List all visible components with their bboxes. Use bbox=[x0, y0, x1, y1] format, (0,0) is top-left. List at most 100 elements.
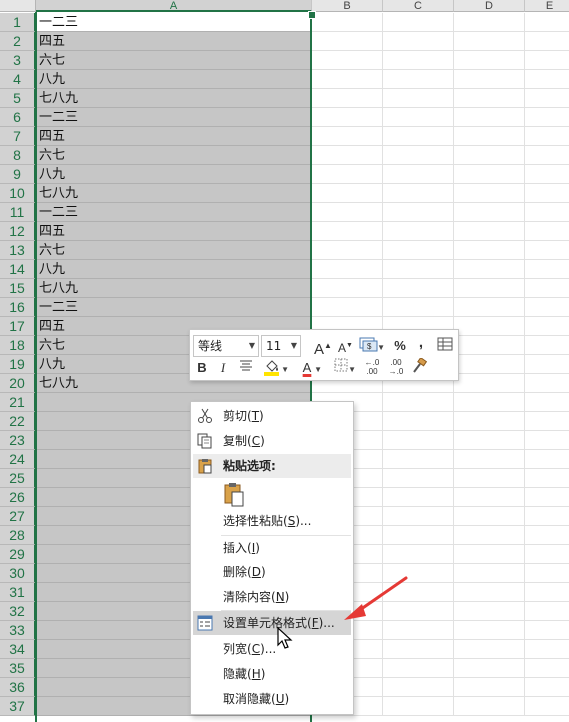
borders-button[interactable]: ▼ bbox=[330, 358, 356, 378]
cell[interactable] bbox=[454, 32, 525, 51]
cell[interactable] bbox=[525, 355, 569, 374]
align-center-button[interactable] bbox=[238, 358, 254, 378]
menu-item-insert[interactable]: 插入(I) bbox=[193, 536, 351, 560]
cell[interactable] bbox=[525, 507, 569, 526]
cell-a[interactable]: 四五 bbox=[36, 32, 311, 51]
menu-item-paste-special[interactable]: 选择性粘贴(S)... bbox=[193, 509, 351, 533]
cell[interactable] bbox=[454, 678, 525, 697]
row-header[interactable]: 10 bbox=[0, 184, 36, 203]
row-header[interactable]: 5 bbox=[0, 89, 36, 108]
cell[interactable] bbox=[454, 317, 525, 336]
cell[interactable] bbox=[454, 697, 525, 716]
cell-a[interactable]: 一二三 bbox=[36, 108, 311, 127]
cell[interactable] bbox=[525, 469, 569, 488]
cell[interactable] bbox=[525, 165, 569, 184]
cell[interactable] bbox=[383, 108, 454, 127]
cell[interactable] bbox=[525, 51, 569, 70]
cell[interactable] bbox=[312, 165, 383, 184]
cell[interactable] bbox=[525, 184, 569, 203]
menu-item-clear-contents[interactable]: 清除内容(N) bbox=[193, 585, 351, 609]
cell[interactable] bbox=[525, 279, 569, 298]
cell[interactable] bbox=[454, 336, 525, 355]
cell[interactable] bbox=[312, 70, 383, 89]
cell-a[interactable]: 六七 bbox=[36, 51, 311, 70]
increase-decimal-button[interactable]: ←.0.00 bbox=[362, 358, 382, 378]
cell[interactable] bbox=[454, 564, 525, 583]
cell[interactable] bbox=[454, 146, 525, 165]
row-header[interactable]: 24 bbox=[0, 450, 36, 469]
cell[interactable] bbox=[312, 184, 383, 203]
cell[interactable] bbox=[312, 222, 383, 241]
font-name-box[interactable]: 等线 ▼ bbox=[193, 335, 259, 357]
cell[interactable] bbox=[525, 412, 569, 431]
row-header[interactable]: 4 bbox=[0, 70, 36, 89]
cell[interactable] bbox=[383, 507, 454, 526]
cell-a[interactable]: 八九 bbox=[36, 260, 311, 279]
row-header[interactable]: 12 bbox=[0, 222, 36, 241]
cell[interactable] bbox=[525, 545, 569, 564]
row-header[interactable]: 37 bbox=[0, 697, 36, 716]
row-header[interactable]: 19 bbox=[0, 355, 36, 374]
font-color-button[interactable]: A ▼ bbox=[296, 358, 322, 378]
row-header[interactable]: 33 bbox=[0, 621, 36, 640]
fill-color-button[interactable]: ▼ bbox=[260, 358, 289, 378]
cell[interactable] bbox=[525, 488, 569, 507]
cell[interactable] bbox=[312, 203, 383, 222]
paste-option-default[interactable] bbox=[193, 480, 351, 510]
cell[interactable] bbox=[525, 659, 569, 678]
cell-a[interactable]: 八九 bbox=[36, 165, 311, 184]
cell[interactable] bbox=[525, 697, 569, 716]
cell[interactable] bbox=[525, 526, 569, 545]
cell[interactable] bbox=[383, 13, 454, 32]
bold-button[interactable]: B bbox=[195, 358, 209, 378]
row-header[interactable]: 2 bbox=[0, 32, 36, 51]
cell[interactable] bbox=[525, 89, 569, 108]
menu-item-column-width[interactable]: 列宽(C)... bbox=[193, 637, 351, 661]
cell[interactable] bbox=[525, 431, 569, 450]
cell[interactable] bbox=[454, 640, 525, 659]
cell[interactable] bbox=[454, 450, 525, 469]
cell[interactable] bbox=[383, 450, 454, 469]
shrink-font-button[interactable]: A▼ bbox=[338, 336, 353, 356]
cell[interactable] bbox=[312, 13, 383, 32]
column-header-e[interactable]: E bbox=[525, 0, 569, 12]
cell-a[interactable]: 六七 bbox=[36, 146, 311, 165]
row-header[interactable]: 28 bbox=[0, 526, 36, 545]
row-header[interactable]: 14 bbox=[0, 260, 36, 279]
cell[interactable] bbox=[454, 222, 525, 241]
row-header[interactable]: 15 bbox=[0, 279, 36, 298]
cell[interactable] bbox=[525, 374, 569, 393]
row-header[interactable]: 7 bbox=[0, 127, 36, 146]
cell[interactable] bbox=[383, 165, 454, 184]
cell[interactable] bbox=[383, 32, 454, 51]
cell-a[interactable]: 七八九 bbox=[36, 89, 311, 108]
cell[interactable] bbox=[525, 564, 569, 583]
cell[interactable] bbox=[312, 241, 383, 260]
cell[interactable] bbox=[525, 203, 569, 222]
cell-a[interactable]: 七八九 bbox=[36, 279, 311, 298]
cell[interactable] bbox=[525, 602, 569, 621]
cell[interactable] bbox=[454, 355, 525, 374]
decrease-decimal-button[interactable]: .00 →.0 bbox=[386, 358, 406, 378]
cell[interactable] bbox=[383, 526, 454, 545]
row-header[interactable]: 18 bbox=[0, 336, 36, 355]
row-header[interactable]: 22 bbox=[0, 412, 36, 431]
cell[interactable] bbox=[383, 678, 454, 697]
cell[interactable] bbox=[454, 659, 525, 678]
format-painter-button[interactable] bbox=[410, 356, 428, 378]
menu-item-copy[interactable]: 复制(C) bbox=[193, 429, 351, 453]
cell[interactable] bbox=[383, 127, 454, 146]
fill-handle[interactable] bbox=[308, 11, 316, 19]
cell[interactable] bbox=[312, 298, 383, 317]
cell[interactable] bbox=[454, 127, 525, 146]
cell[interactable] bbox=[525, 678, 569, 697]
cell[interactable] bbox=[383, 640, 454, 659]
column-header-b[interactable]: B bbox=[312, 0, 383, 12]
cell-a[interactable]: 八九 bbox=[36, 70, 311, 89]
cell[interactable] bbox=[525, 32, 569, 51]
cell[interactable] bbox=[312, 146, 383, 165]
cell[interactable] bbox=[383, 431, 454, 450]
cell[interactable] bbox=[454, 374, 525, 393]
row-header[interactable]: 17 bbox=[0, 317, 36, 336]
cell[interactable] bbox=[454, 241, 525, 260]
